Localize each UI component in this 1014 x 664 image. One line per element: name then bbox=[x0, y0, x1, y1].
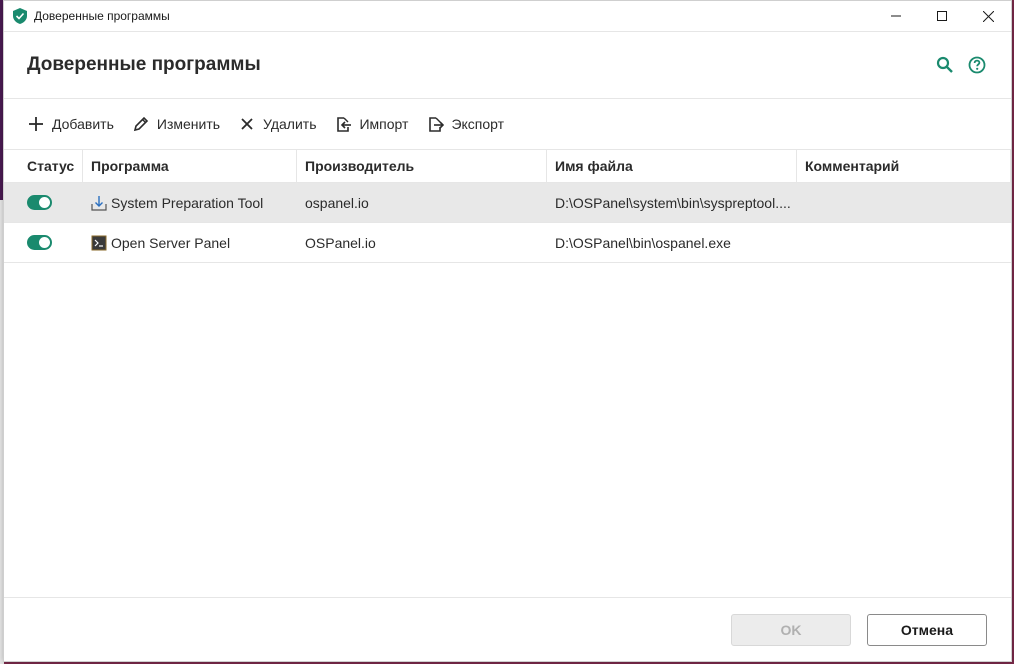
add-label: Добавить bbox=[52, 116, 114, 132]
program-name: Open Server Panel bbox=[111, 234, 231, 251]
import-label: Импорт bbox=[359, 116, 409, 132]
page-header: Доверенные программы bbox=[4, 32, 1011, 99]
column-header-program[interactable]: Программа bbox=[83, 150, 297, 182]
close-button[interactable] bbox=[965, 1, 1011, 32]
delete-button[interactable]: Удалить bbox=[238, 115, 316, 133]
table-row[interactable]: Open Server Panel OSPanel.io D:\OSPanel\… bbox=[4, 223, 1011, 263]
edit-label: Изменить bbox=[156, 116, 221, 132]
dialog-window: Доверенные программы Доверенные программ… bbox=[3, 0, 1012, 662]
program-cell: System Preparation Tool bbox=[83, 183, 297, 222]
table-header: Статус Программа Производитель Имя файла… bbox=[4, 150, 1011, 183]
maximize-button[interactable] bbox=[919, 1, 965, 32]
maximize-icon bbox=[937, 11, 947, 21]
add-button[interactable]: Добавить bbox=[27, 115, 114, 133]
download-installer-icon bbox=[91, 195, 107, 211]
comment-cell bbox=[797, 183, 1011, 222]
file-path: D:\OSPanel\bin\ospanel.exe bbox=[555, 234, 731, 251]
status-cell bbox=[4, 223, 83, 262]
ok-button[interactable]: OK bbox=[731, 613, 851, 646]
column-header-vendor[interactable]: Производитель bbox=[297, 150, 547, 182]
minimize-button[interactable] bbox=[873, 1, 919, 32]
minimize-icon bbox=[891, 15, 901, 17]
title-bar: Доверенные программы bbox=[4, 1, 1011, 32]
file-path: D:\OSPanel\system\bin\syspreptool.... bbox=[555, 194, 791, 211]
export-icon bbox=[426, 115, 444, 133]
shield-icon bbox=[13, 8, 27, 24]
import-icon bbox=[334, 115, 352, 133]
terminal-icon bbox=[91, 235, 107, 251]
delete-label: Удалить bbox=[263, 116, 317, 132]
status-cell bbox=[4, 183, 83, 222]
toolbar: Добавить Изменить Удалить Импорт Экспорт bbox=[4, 99, 1011, 150]
column-header-comment[interactable]: Комментарий bbox=[797, 150, 1011, 182]
pencil-icon bbox=[132, 115, 150, 133]
status-toggle[interactable] bbox=[27, 195, 52, 210]
close-icon bbox=[982, 10, 994, 22]
cancel-button[interactable]: Отмена bbox=[867, 613, 987, 646]
edit-button[interactable]: Изменить bbox=[132, 115, 220, 133]
dialog-footer: OK Отмена bbox=[4, 597, 1011, 661]
x-icon bbox=[238, 115, 256, 133]
page-title: Доверенные программы bbox=[27, 54, 261, 75]
comment-cell bbox=[797, 223, 1011, 262]
help-icon[interactable] bbox=[966, 54, 988, 76]
column-header-status[interactable]: Статус bbox=[4, 150, 83, 182]
table-row[interactable]: System Preparation Tool ospanel.io D:\OS… bbox=[4, 183, 1011, 223]
file-cell: D:\OSPanel\bin\ospanel.exe bbox=[547, 223, 797, 262]
window-title: Доверенные программы bbox=[34, 9, 170, 23]
export-label: Экспорт bbox=[451, 116, 505, 132]
program-name: System Preparation Tool bbox=[111, 194, 264, 211]
vendor-cell: OSPanel.io bbox=[305, 234, 376, 251]
search-icon[interactable] bbox=[934, 54, 956, 76]
import-button[interactable]: Импорт bbox=[334, 115, 408, 133]
file-cell: D:\OSPanel\system\bin\syspreptool.... bbox=[547, 183, 797, 222]
plus-icon bbox=[27, 115, 45, 133]
export-button[interactable]: Экспорт bbox=[426, 115, 504, 133]
program-cell: Open Server Panel bbox=[83, 223, 297, 262]
status-toggle[interactable] bbox=[27, 235, 52, 250]
column-header-file[interactable]: Имя файла bbox=[547, 150, 797, 182]
vendor-cell: ospanel.io bbox=[305, 194, 369, 211]
programs-table: Статус Программа Производитель Имя файла… bbox=[4, 150, 1011, 263]
